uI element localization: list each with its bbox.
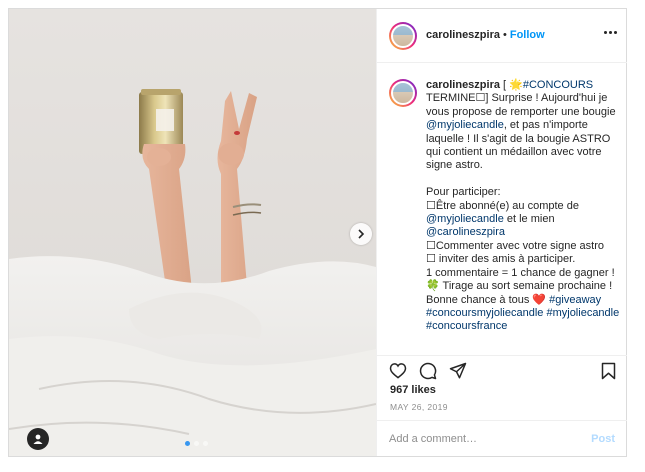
user-tag-icon <box>33 434 43 444</box>
comment-input[interactable] <box>389 430 579 448</box>
header-username[interactable]: carolineszpira <box>426 29 500 41</box>
caption-avatar[interactable] <box>389 79 417 107</box>
action-bar <box>377 355 627 382</box>
caption-text: [ 🌟#CONCOURS TERMINE☐] Surprise ! Aujour… <box>426 79 622 332</box>
user-tags-button[interactable] <box>27 428 49 450</box>
more-icon[interactable] <box>604 31 617 34</box>
caption-segment: , et pas n'importe laquelle ! Il s'agit … <box>426 119 611 212</box>
instagram-post-card: carolineszpira • Follow carolineszpira [ 🌟… <box>8 8 627 457</box>
caption-segment: [ 🌟 <box>499 79 523 91</box>
follow-button[interactable]: Follow <box>510 29 545 41</box>
caption-link[interactable]: #giveaway <box>549 294 601 306</box>
caption-link[interactable]: @myjoliecandle <box>426 119 504 131</box>
caption-segment: et le mien <box>503 213 558 226</box>
caption-link[interactable]: @myjoliecandle <box>426 213 504 225</box>
comment-icon[interactable] <box>419 362 437 380</box>
carousel-indicator <box>185 441 208 446</box>
caption-username[interactable]: carolineszpira <box>426 79 500 91</box>
carousel-dot <box>203 441 208 446</box>
caption-link[interactable]: @carolineszpira <box>426 226 505 238</box>
caption-area: carolineszpira [ 🌟#CONCOURS TERMINE☐] Su… <box>377 63 627 351</box>
post-caption: carolineszpira [ 🌟#CONCOURS TERMINE☐] Su… <box>426 79 622 334</box>
post-date[interactable]: MAY 26, 2019 <box>390 402 448 412</box>
caption-link[interactable]: #concoursfrance <box>426 320 507 332</box>
post-media[interactable] <box>9 9 376 456</box>
post-header: carolineszpira • Follow <box>377 9 627 63</box>
header-separator: • <box>502 29 507 41</box>
post-details-panel: carolineszpira • Follow carolineszpira [ 🌟… <box>376 9 627 456</box>
comment-bar: Post <box>377 420 627 456</box>
carousel-dot <box>185 441 190 446</box>
likes-count[interactable]: 967 likes <box>390 384 436 396</box>
caption-link[interactable]: #myjoliecandle <box>546 307 619 319</box>
share-icon[interactable] <box>449 362 467 380</box>
heart-icon[interactable] <box>389 362 407 379</box>
post-comment-button[interactable]: Post <box>591 433 615 445</box>
avatar[interactable] <box>389 22 417 50</box>
chevron-right-icon <box>358 229 365 239</box>
caption-segment <box>619 307 622 319</box>
carousel-next-button[interactable] <box>350 223 372 245</box>
caption-link[interactable]: #CONCOURS <box>523 79 593 91</box>
bookmark-icon[interactable] <box>601 362 616 380</box>
caption-link[interactable]: #concoursmyjoliecandle <box>426 307 543 319</box>
post-photo <box>9 9 376 456</box>
carousel-dot <box>194 441 199 446</box>
caption-segment <box>601 294 604 306</box>
